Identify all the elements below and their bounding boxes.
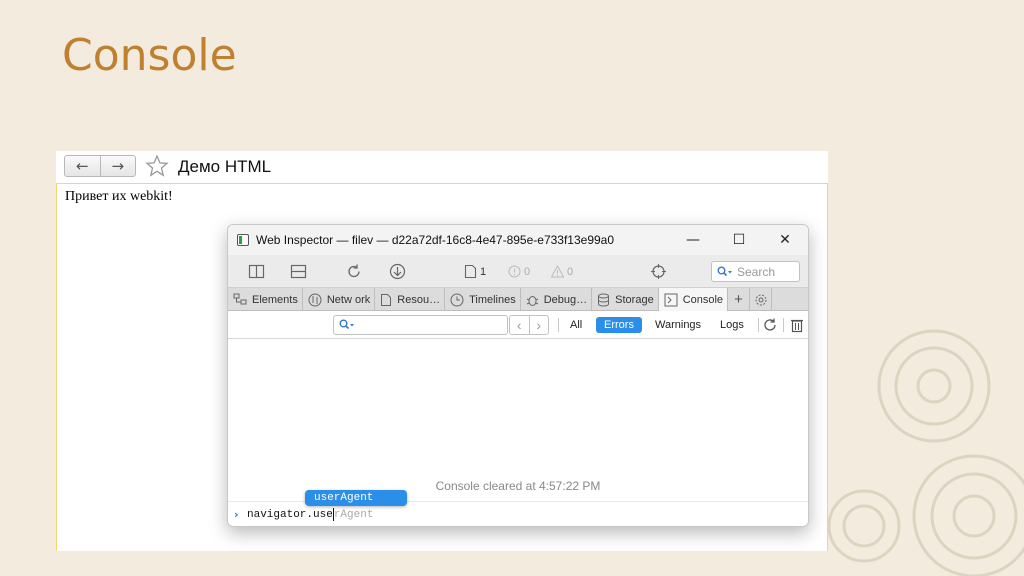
- tab-label: Storage: [615, 293, 654, 306]
- reload-icon[interactable]: [346, 263, 362, 280]
- error-count-indicator[interactable]: 0: [508, 263, 530, 280]
- storage-icon: [598, 293, 610, 307]
- page-title: Демо HTML: [178, 157, 272, 176]
- search-icon: [717, 266, 732, 276]
- resources-icon: [381, 293, 392, 306]
- filter-all[interactable]: All: [562, 317, 590, 333]
- tab-storage[interactable]: Storage: [592, 288, 659, 311]
- divider: [758, 318, 759, 332]
- divider: [783, 318, 784, 332]
- tab-label: Console: [682, 293, 724, 306]
- document-icon: [464, 264, 477, 279]
- inspector-titlebar: Web Inspector — filev — d22a72df-16c8-4e…: [228, 225, 808, 255]
- filter-nav-buttons: ‹ ›: [509, 315, 549, 335]
- inspector-app-icon: [237, 234, 249, 246]
- maximize-button[interactable]: ☐: [716, 225, 762, 255]
- warning-count: 0: [567, 265, 574, 278]
- page-text: Привет их webkit!: [65, 189, 173, 204]
- filter-errors[interactable]: Errors: [596, 317, 642, 333]
- warning-icon: [551, 265, 564, 278]
- tab-label: Netw ork: [326, 293, 371, 306]
- error-icon: [508, 265, 521, 278]
- tab-label: Resou…: [397, 293, 441, 306]
- network-icon: [308, 293, 322, 306]
- previous-match-button[interactable]: ‹: [510, 316, 529, 334]
- gear-decoration: [827, 329, 1024, 576]
- add-tab-icon[interactable]: +: [728, 288, 751, 311]
- filter-search-icon: [339, 319, 354, 330]
- inspector-search-field[interactable]: Search: [711, 261, 800, 282]
- console-filter-input[interactable]: [333, 315, 508, 335]
- browser-toolbar: ← → Демо HTML: [56, 151, 828, 184]
- divider: [558, 318, 559, 332]
- prompt-input-text: navigator.use: [247, 508, 333, 521]
- tab-label: Debug…: [543, 293, 588, 306]
- tab-network[interactable]: Netw ork: [303, 288, 376, 311]
- nav-buttons: ← →: [64, 155, 136, 177]
- next-match-button[interactable]: ›: [528, 316, 549, 334]
- console-filter-bar: ‹ › All Errors Warnings Logs: [228, 311, 808, 339]
- web-inspector-window: Web Inspector — filev — d22a72df-16c8-4e…: [227, 224, 809, 527]
- minimize-button[interactable]: —: [670, 225, 716, 255]
- warning-count-indicator[interactable]: 0: [551, 263, 573, 280]
- timelines-icon: [450, 293, 464, 306]
- tab-timelines[interactable]: Timelines: [445, 288, 521, 311]
- console-icon: [664, 293, 678, 306]
- debugger-icon: [526, 295, 538, 306]
- autocomplete-suggestion[interactable]: userAgent: [305, 490, 407, 506]
- window-title: Web Inspector — filev — d22a72df-16c8-4e…: [256, 233, 615, 247]
- tab-label: Timelines: [469, 293, 516, 306]
- back-button[interactable]: ←: [65, 156, 100, 176]
- prompt-completion-hint: rAgent: [333, 508, 374, 521]
- prompt-chevron-icon: ›: [234, 508, 239, 521]
- dock-side-icon[interactable]: [248, 263, 265, 280]
- star-icon[interactable]: [145, 154, 169, 178]
- slide-title: Console: [62, 30, 237, 81]
- inspector-toolbar: 1 0 0 Search: [228, 255, 808, 288]
- error-count: 0: [524, 265, 531, 278]
- forward-button[interactable]: →: [99, 156, 136, 176]
- tab-resources[interactable]: Resou…: [375, 288, 446, 311]
- dock-bottom-icon[interactable]: [290, 263, 307, 280]
- tab-elements[interactable]: Elements: [228, 288, 303, 311]
- search-placeholder: Search: [737, 264, 776, 279]
- tab-label: Elements: [252, 293, 298, 306]
- inspector-tab-bar: Elements Netw ork Resou… Timelines Debug…: [228, 288, 808, 311]
- crosshair-icon[interactable]: [650, 263, 667, 280]
- filter-warnings[interactable]: Warnings: [647, 317, 709, 333]
- refresh-icon[interactable]: [762, 317, 778, 333]
- console-output: Console cleared at 4:57:22 PM: [228, 339, 808, 499]
- download-icon[interactable]: [389, 263, 406, 280]
- close-button[interactable]: ✕: [762, 225, 808, 255]
- trash-icon[interactable]: [789, 317, 805, 333]
- tab-debugger[interactable]: Debug…: [521, 288, 593, 311]
- filter-logs[interactable]: Logs: [712, 317, 752, 333]
- resource-count: 1: [480, 265, 487, 278]
- settings-gear-icon[interactable]: [750, 288, 773, 311]
- elements-icon: [233, 293, 247, 305]
- window-controls: — ☐ ✕: [670, 225, 808, 255]
- resource-count-indicator[interactable]: 1: [464, 263, 486, 280]
- tab-console[interactable]: Console: [658, 288, 729, 311]
